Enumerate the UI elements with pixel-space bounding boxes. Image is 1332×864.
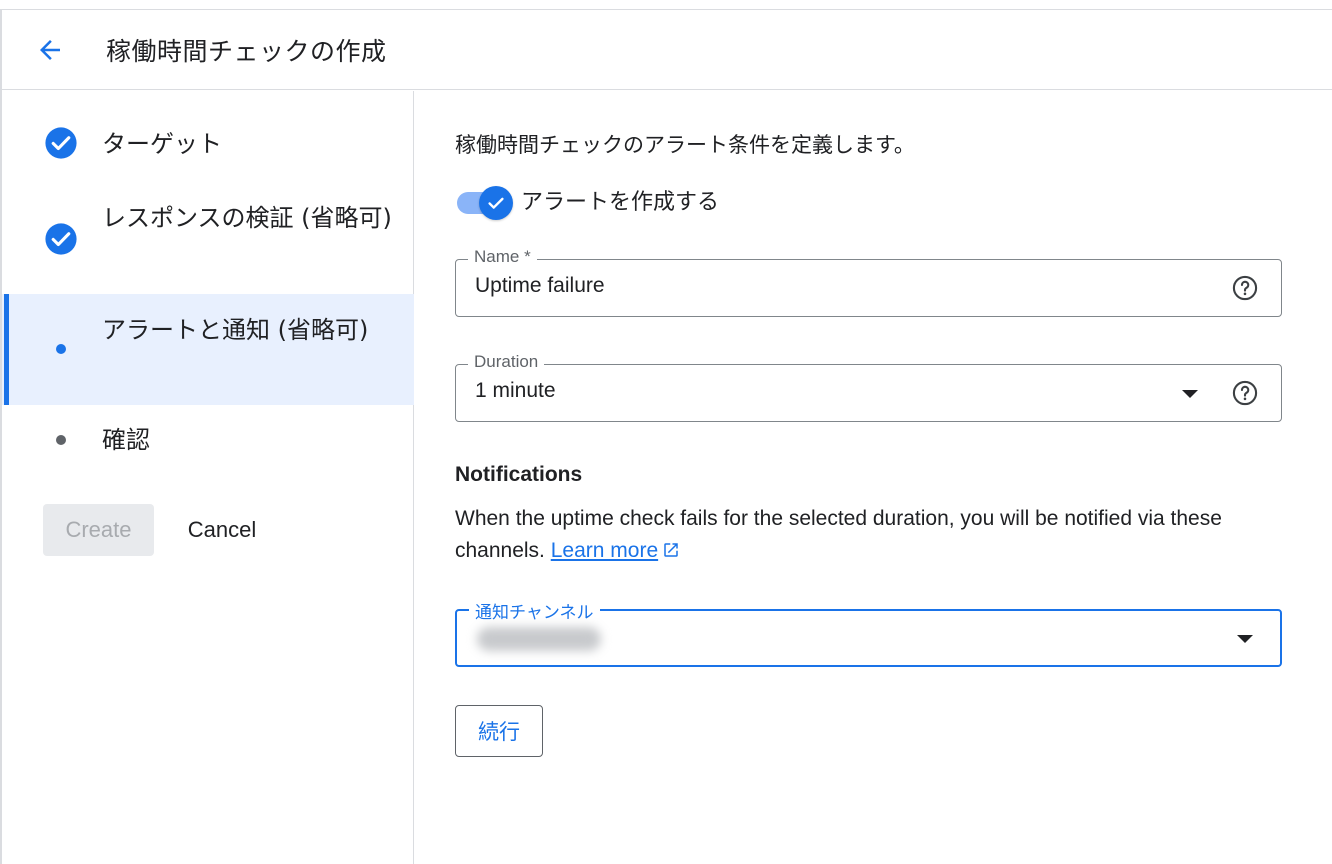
check-icon	[479, 186, 513, 220]
step-target[interactable]: ターゲット	[2, 123, 414, 167]
back-button[interactable]	[30, 30, 70, 70]
cancel-button[interactable]: Cancel	[172, 504, 272, 556]
external-link-icon	[664, 543, 678, 557]
field-label: Name *	[468, 247, 537, 267]
check-circle-icon	[44, 222, 78, 256]
form-intro: 稼働時間チェックのアラート条件を定義します。	[455, 133, 915, 157]
arrow-back-icon	[40, 39, 60, 60]
stepper-sidebar: ターゲット レスポンスの検証 (省略可) アラートと通知 (省略可) 確認 Cr…	[2, 91, 414, 864]
dropdown-arrow-icon[interactable]	[1237, 635, 1253, 643]
help-icon[interactable]	[1231, 379, 1259, 407]
window-top-edge	[0, 0, 1332, 10]
duration-value: 1 minute	[475, 379, 556, 402]
step-label: ターゲット	[102, 130, 222, 158]
notification-channel-select[interactable]: 通知チャンネル	[455, 598, 1282, 667]
page-header: 稼働時間チェックの作成	[2, 10, 1332, 90]
name-field[interactable]: Name * Uptime failure	[455, 247, 1282, 317]
help-icon[interactable]	[1231, 274, 1259, 302]
field-label: Duration	[468, 352, 545, 372]
active-step-indicator	[4, 294, 9, 405]
notifications-description: When the uptime check fails for the sele…	[455, 503, 1295, 567]
step-label: レスポンスの検証 (省略可)	[102, 204, 392, 232]
check-circle-icon	[44, 126, 78, 160]
create-alert-toggle[interactable]	[455, 186, 515, 220]
notifications-heading: Notifications	[455, 463, 583, 486]
redacted-channel-value	[477, 627, 601, 651]
step-alert-notification[interactable]: アラートと通知 (省略可)	[2, 294, 414, 405]
active-dot-icon	[44, 332, 78, 366]
field-label: 通知チャンネル	[469, 598, 600, 623]
duration-select[interactable]: Duration 1 minute	[455, 352, 1282, 422]
step-label: アラートと通知 (省略可)	[102, 316, 369, 344]
learn-more-link[interactable]: Learn more	[551, 539, 658, 562]
create-button[interactable]: Create	[43, 504, 154, 556]
continue-button[interactable]: 続行	[455, 705, 543, 757]
page-title: 稼働時間チェックの作成	[106, 36, 387, 66]
toggle-label: アラートを作成する	[521, 190, 720, 215]
step-label: 確認	[102, 426, 150, 454]
name-value: Uptime failure	[475, 274, 605, 297]
dropdown-arrow-icon[interactable]	[1182, 390, 1198, 398]
pending-dot-icon	[44, 423, 78, 457]
step-review[interactable]: 確認	[2, 419, 414, 463]
step-response-validation[interactable]: レスポンスの検証 (省略可)	[2, 197, 414, 277]
